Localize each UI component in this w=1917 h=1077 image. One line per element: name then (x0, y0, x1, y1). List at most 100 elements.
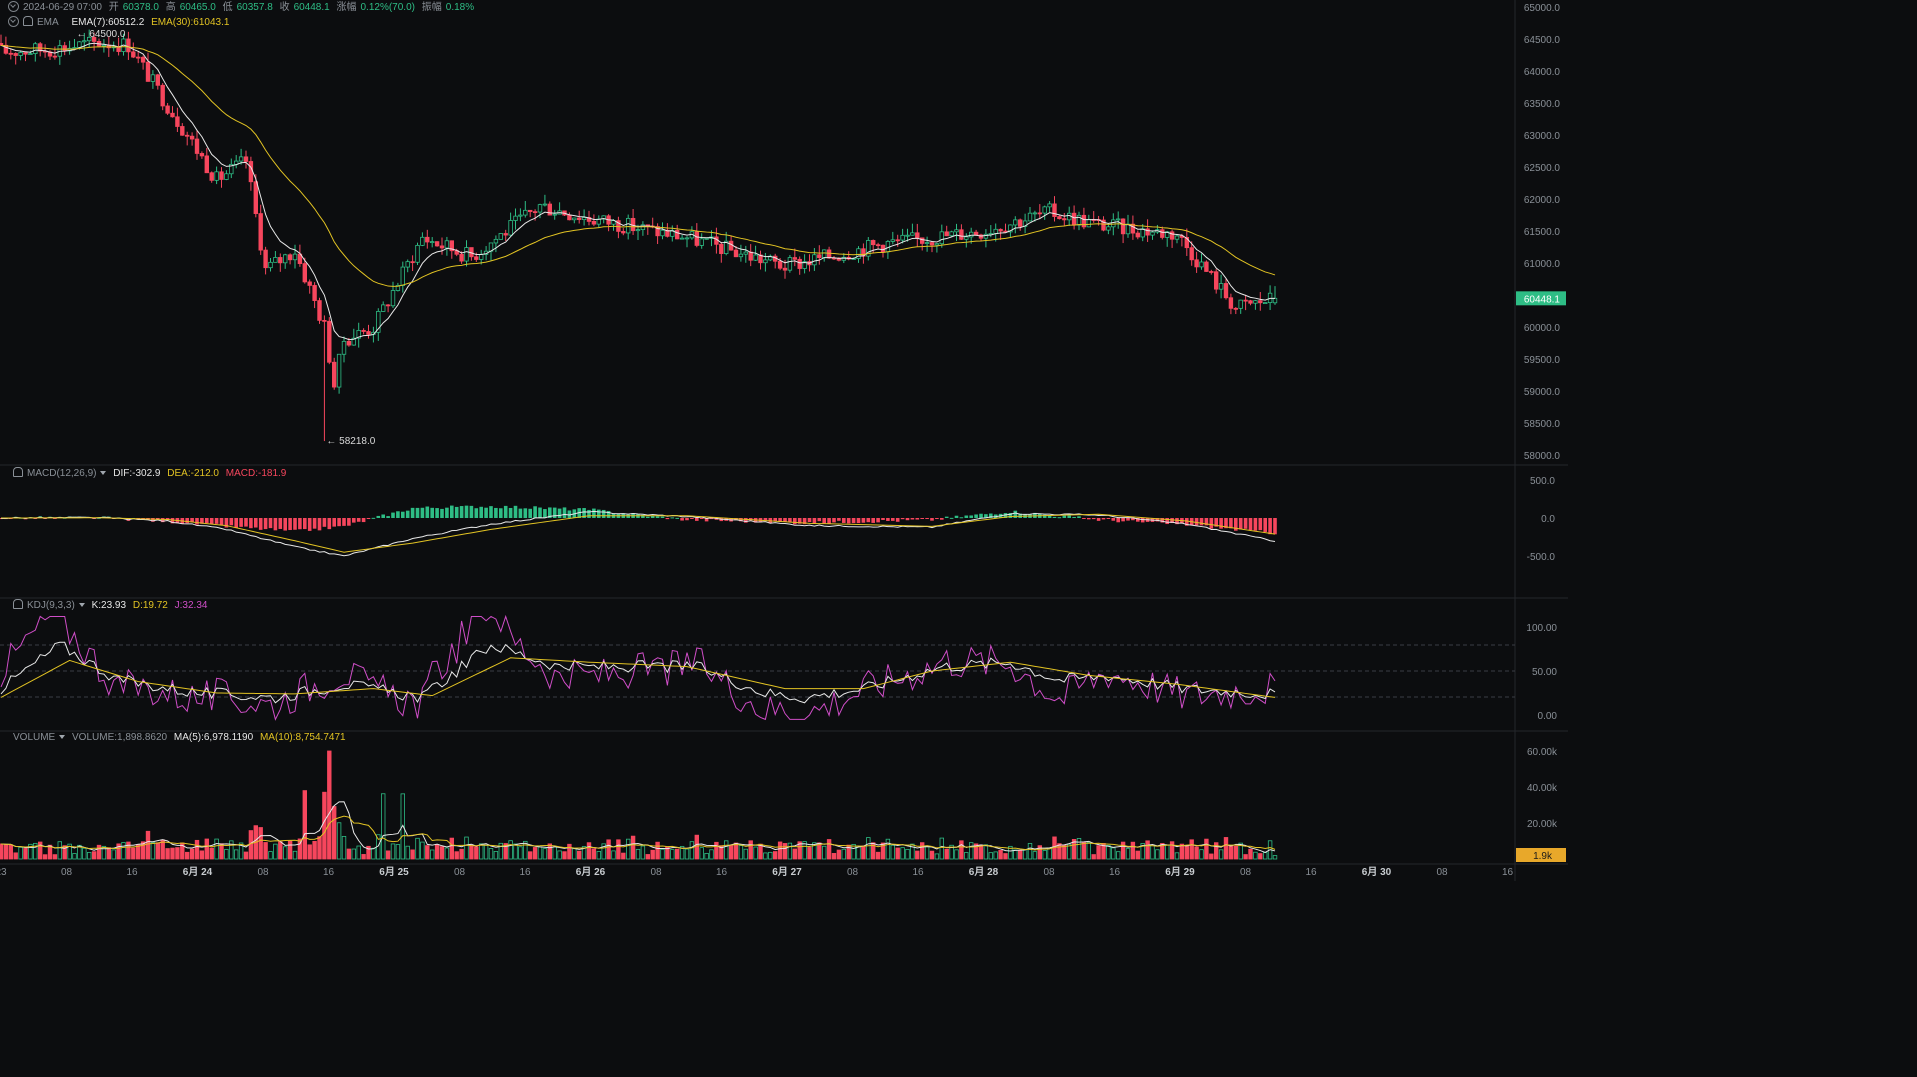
volume-bar (1223, 837, 1229, 860)
collapse-icon[interactable] (8, 16, 19, 27)
volume-bar (1233, 845, 1238, 860)
kdj-header[interactable]: KDJ(9,3,3) K:23.93 D:19.72 J:32.34 (13, 599, 211, 612)
macd-histogram-bar (832, 518, 836, 523)
volume-bar (655, 841, 660, 860)
candle-body (327, 320, 332, 363)
volume-header[interactable]: VOLUME VOLUME:1,898.8620 MA(5):6,978.119… (13, 732, 350, 744)
volume-bar (1194, 846, 1199, 860)
candle-body (444, 240, 450, 249)
candle-body (733, 249, 739, 258)
time-tick-label: 6月 25 (379, 866, 409, 878)
volume-bar (856, 845, 861, 860)
candle-body (567, 214, 572, 221)
volume-bar (547, 843, 552, 860)
chevron-down-icon[interactable] (59, 735, 66, 739)
candle-body (180, 126, 185, 136)
candle-body (871, 240, 876, 246)
bell-icon[interactable] (13, 467, 23, 477)
macd-histogram-bar (342, 518, 346, 526)
candle-body (635, 229, 641, 232)
ema-header[interactable]: EMA EMA(7):60512.2 EMA(30):61043.1 (8, 16, 233, 29)
chevron-down-icon[interactable] (100, 471, 107, 475)
volume-tick-label: 20.00k (1527, 819, 1558, 830)
macd-histogram-bar (371, 517, 376, 519)
volume-value: VOLUME:1,898.8620 (72, 732, 168, 743)
macd-histogram-bar (190, 518, 194, 522)
volume-bar (449, 837, 454, 860)
macd-histogram-bar (660, 516, 665, 518)
high-label: 高 (165, 2, 176, 13)
volume-bar (552, 846, 557, 860)
volume-bar (699, 847, 704, 860)
volume-bar (890, 844, 895, 860)
macd-histogram-bar (905, 518, 910, 521)
low-value: 60357.8 (236, 2, 273, 13)
bell-icon[interactable] (13, 599, 23, 609)
collapse-icon[interactable] (8, 1, 19, 12)
candle-body (684, 237, 690, 240)
volume-bar (738, 845, 744, 860)
candlestick-chart[interactable]: ← 64500.0 ← 58218.0 65000.0 64500.0 64000.0… (0, 0, 1568, 881)
macd-header[interactable]: MACD(12,26,9) DIF:-302.9 DEA:-212.0 MACD… (13, 467, 290, 480)
candle-body (131, 51, 136, 58)
volume-bar (621, 852, 626, 860)
volume-bar (1228, 845, 1234, 860)
candle-body (900, 234, 905, 241)
price-tick-label: 61000.0 (1524, 259, 1561, 270)
macd-histogram-bar (1229, 518, 1233, 529)
bar-date: 2024-06-29 07:00 (23, 2, 102, 13)
volume-bar (1003, 853, 1008, 860)
volume-bar (630, 835, 636, 860)
candle-body (581, 217, 587, 220)
volume-bar (1057, 843, 1062, 860)
volume-bar (72, 853, 77, 860)
macd-histogram-bar (935, 518, 939, 519)
volume-bar (1106, 844, 1111, 860)
volume-bar (1184, 844, 1189, 860)
macd-histogram-bar (876, 518, 880, 523)
volume-bar (165, 848, 170, 860)
volume-bar (307, 844, 312, 860)
candle-body (273, 257, 278, 263)
candle-body (915, 232, 920, 239)
volume-ma10-value: MA(10):8,754.7471 (259, 732, 346, 743)
volume-bar (336, 822, 342, 860)
macd-histogram-bar (1101, 518, 1106, 520)
time-tick-label: 6月 30 (1362, 866, 1392, 878)
macd-histogram-bar (464, 505, 469, 518)
macd-histogram-bar (533, 506, 537, 518)
candle-body (155, 74, 160, 86)
candle-body (8, 52, 13, 55)
candle-body (336, 353, 342, 388)
macd-histogram-bar (258, 518, 263, 530)
volume-bar (969, 842, 974, 860)
volume-bar (704, 852, 709, 860)
time-tick-label: 16 (323, 867, 335, 878)
volume-bar (934, 853, 940, 860)
candle-body (400, 266, 405, 286)
candle-body (797, 258, 802, 269)
candle-body (621, 230, 626, 234)
volume-bar (1165, 844, 1170, 860)
trading-chart-window[interactable]: ← 64500.0 ← 58218.0 65000.0 64500.0 64000.0… (0, 0, 1568, 881)
volume-bar (1130, 841, 1136, 860)
candle-body (425, 236, 430, 243)
volume-bar (459, 848, 464, 860)
volume-bar (52, 854, 58, 860)
candle-body (380, 304, 386, 312)
macd-histogram-bar (278, 518, 283, 529)
volume-bar (224, 849, 229, 860)
volume-bar (1209, 853, 1214, 860)
open-value: 60378.0 (122, 2, 159, 13)
time-tick-label: 23 (0, 867, 7, 878)
candle-body (905, 234, 910, 237)
volume-bar (822, 845, 827, 860)
macd-histogram-bar (312, 518, 317, 529)
macd-histogram-bar (263, 518, 268, 530)
amplitude-value: 0.18% (445, 2, 475, 13)
chevron-down-icon[interactable] (78, 603, 85, 607)
bell-icon[interactable] (23, 16, 33, 26)
volume-bar (939, 837, 944, 860)
candle-body (1223, 283, 1229, 299)
macd-histogram-bar (793, 518, 797, 525)
